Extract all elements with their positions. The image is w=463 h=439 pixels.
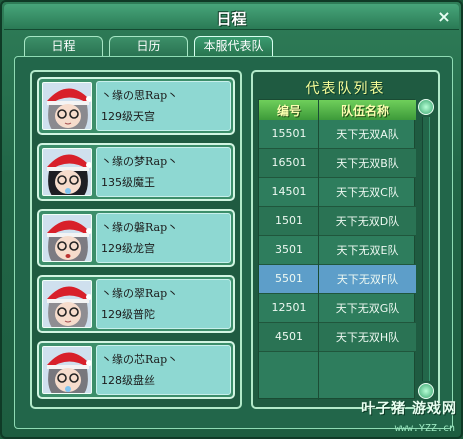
tab-server-team[interactable]: 本服代表队 <box>194 36 273 56</box>
close-icon[interactable]: × <box>435 8 453 26</box>
watermark-url: www.YZZ.cn <box>394 423 455 434</box>
member-name: 丶缘の翠Rap丶 <box>101 287 179 300</box>
avatar <box>42 280 92 328</box>
table-row[interactable]: 3501 天下无双E队 <box>259 236 416 265</box>
team-table: 编号 队伍名称 15501 天下无双A队 16501 天下无双B队 14501 … <box>258 99 416 400</box>
member-card[interactable]: 丶缘の芯Rap丶 128级盘丝 <box>37 341 235 399</box>
member-name: 丶缘の梦Rap丶 <box>101 155 179 168</box>
team-name: 天下无双B队 <box>336 157 399 170</box>
table-row[interactable]: 16501 天下无双B队 <box>259 149 416 178</box>
team-id: 3501 <box>275 243 303 256</box>
member-card[interactable]: 丶缘の梦Rap丶 135级魔王 <box>37 143 235 201</box>
column-divider <box>318 100 319 400</box>
window-title: 日程 <box>216 10 247 28</box>
team-name: 天下无双A队 <box>336 128 399 141</box>
team-name: 天下无双H队 <box>335 331 400 344</box>
member-info: 丶缘の翠Rap丶 129级普陀 <box>96 279 231 329</box>
team-id: 16501 <box>271 156 307 169</box>
table-row[interactable]: 1501 天下无双D队 <box>259 207 416 236</box>
team-id: 1501 <box>275 214 303 227</box>
member-name: 丶缘の思Rap丶 <box>101 89 179 102</box>
member-level-sect: 129级普陀 <box>101 308 155 321</box>
table-row-selected[interactable]: 5501 天下无双F队 <box>259 265 416 294</box>
watermark: 叶子猪 游戏网 www.YZZ.cn <box>335 398 457 434</box>
scroll-up-icon[interactable] <box>418 99 434 115</box>
avatar <box>42 148 92 196</box>
member-info: 丶缘の梦Rap丶 135级魔王 <box>96 147 231 197</box>
member-info: 丶缘の磐Rap丶 129级龙宫 <box>96 213 231 263</box>
header-id: 编号 <box>277 104 302 118</box>
member-card[interactable]: 丶缘の翠Rap丶 129级普陀 <box>37 275 235 333</box>
member-level-sect: 135级魔王 <box>101 176 155 189</box>
schedule-window: 日程 × 日程 日历 本服代表队 丶缘の思Rap丶 129级天宫 丶缘の梦Rap… <box>0 0 463 439</box>
member-level-sect: 129级天宫 <box>101 110 155 123</box>
table-header: 编号 队伍名称 <box>259 100 416 120</box>
team-name: 天下无双E队 <box>336 244 399 257</box>
team-id: 12501 <box>271 301 307 314</box>
avatar <box>42 346 92 394</box>
table-row[interactable]: 12501 天下无双G队 <box>259 294 416 323</box>
team-name: 天下无双G队 <box>335 302 400 315</box>
team-id: 4501 <box>275 330 303 343</box>
team-name: 天下无双F队 <box>336 273 399 286</box>
team-list-title: 代表队列表 <box>305 81 386 97</box>
team-id: 15501 <box>271 127 307 140</box>
team-id: 14501 <box>271 185 307 198</box>
tab-schedule[interactable]: 日程 <box>24 36 103 56</box>
team-list-panel: 代表队列表 编号 队伍名称 15501 天下无双A队 16501 天下无双B队 … <box>251 70 440 409</box>
member-card[interactable]: 丶缘の思Rap丶 129级天宫 <box>37 77 235 135</box>
scroll-down-icon[interactable] <box>418 383 434 399</box>
member-card[interactable]: 丶缘の磐Rap丶 129级龙宫 <box>37 209 235 267</box>
title-bar[interactable]: 日程 × <box>4 4 459 30</box>
table-row[interactable]: 15501 天下无双A队 <box>259 120 416 149</box>
member-level-sect: 128级盘丝 <box>101 374 155 387</box>
table-scrollbar[interactable] <box>418 99 434 399</box>
member-name: 丶缘の芯Rap丶 <box>101 353 179 366</box>
member-name: 丶缘の磐Rap丶 <box>101 221 179 234</box>
member-level-sect: 129级龙宫 <box>101 242 155 255</box>
team-id: 5501 <box>275 272 303 285</box>
scroll-track[interactable] <box>422 117 430 381</box>
member-info: 丶缘の芯Rap丶 128级盘丝 <box>96 345 231 395</box>
table-row[interactable]: 4501 天下无双H队 <box>259 323 416 352</box>
header-team-name: 队伍名称 <box>341 104 390 118</box>
table-row[interactable]: 14501 天下无双C队 <box>259 178 416 207</box>
member-info: 丶缘の思Rap丶 129级天宫 <box>96 81 231 131</box>
tab-calendar[interactable]: 日历 <box>109 36 188 56</box>
watermark-logo: 叶子猪 游戏网 <box>361 401 457 417</box>
team-name: 天下无双C队 <box>336 186 399 199</box>
member-panel: 丶缘の思Rap丶 129级天宫 丶缘の梦Rap丶 135级魔王 丶缘の磐Rap丶… <box>30 70 242 409</box>
team-name: 天下无双D队 <box>335 215 400 228</box>
avatar <box>42 214 92 262</box>
avatar <box>42 82 92 130</box>
